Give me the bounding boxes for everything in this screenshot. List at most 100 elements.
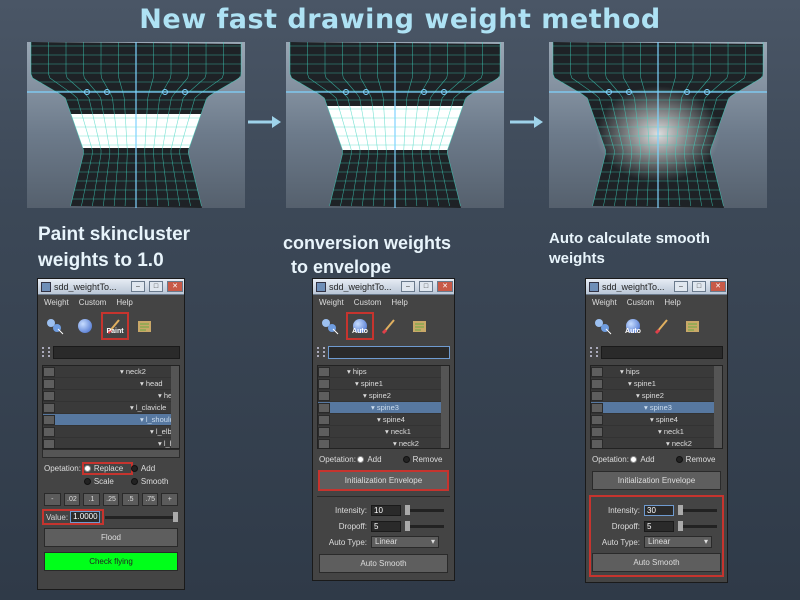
menu-custom[interactable]: Custom xyxy=(354,298,382,307)
preset-button[interactable]: .75 xyxy=(141,493,159,506)
intensity-field[interactable]: 10 xyxy=(371,504,401,516)
visibility-toggle[interactable] xyxy=(318,426,330,437)
intensity-slider[interactable] xyxy=(678,504,717,515)
autotype-dropdown[interactable]: Linear xyxy=(371,536,439,548)
visibility-toggle[interactable] xyxy=(591,402,603,413)
menu-help[interactable]: Help xyxy=(664,298,680,307)
brush-options-icon[interactable] xyxy=(134,315,156,337)
visibility-toggle[interactable] xyxy=(591,438,603,448)
tree-scrollbar[interactable] xyxy=(714,366,722,448)
tree-row[interactable]: ▾ neck2 xyxy=(591,438,722,448)
brush-options-icon[interactable] xyxy=(409,315,431,337)
initialization-envelope-button[interactable]: Initialization Envelope xyxy=(318,470,449,491)
visibility-toggle[interactable] xyxy=(43,438,55,448)
menu-custom[interactable]: Custom xyxy=(627,298,655,307)
minimize-button[interactable]: ‒ xyxy=(674,281,688,292)
initialization-envelope-button[interactable]: Initialization Envelope xyxy=(592,471,721,490)
joint-tree[interactable]: ▾ hips ▾ spine1 ▾ spine2 ▾ spine3 ▾ spine4 ▾ … xyxy=(317,365,450,449)
menu-help[interactable]: Help xyxy=(116,298,132,307)
visibility-toggle[interactable] xyxy=(43,366,55,377)
visibility-toggle[interactable] xyxy=(591,414,603,425)
visibility-toggle[interactable] xyxy=(318,390,330,401)
filter-input[interactable] xyxy=(328,345,450,359)
tree-row[interactable]: ▾ spine1 xyxy=(318,378,449,390)
horizontal-scrollbar[interactable] xyxy=(42,449,180,458)
tree-row[interactable]: ▾ spine4 xyxy=(318,414,449,426)
tree-scrollbar[interactable] xyxy=(171,366,179,448)
maximize-button[interactable]: □ xyxy=(419,281,433,292)
title-bar[interactable]: sdd_weightTo... ‒ □ ✕ xyxy=(38,279,184,295)
preset-button[interactable]: .25 xyxy=(102,493,120,506)
close-button[interactable]: ✕ xyxy=(437,281,453,292)
op-add[interactable]: Add xyxy=(630,455,675,464)
slider-handle[interactable] xyxy=(405,520,410,531)
visibility-toggle[interactable] xyxy=(591,366,603,377)
preset-button[interactable]: .5 xyxy=(122,493,139,506)
paint-tool-button[interactable]: Paint xyxy=(101,312,129,340)
filter-input[interactable] xyxy=(53,345,180,359)
slider-handle[interactable] xyxy=(678,520,683,531)
maximize-button[interactable]: □ xyxy=(149,281,163,292)
close-button[interactable]: ✕ xyxy=(167,281,183,292)
minimize-button[interactable]: ‒ xyxy=(401,281,415,292)
tree-row[interactable]: ▾ neck1 xyxy=(318,426,449,438)
tree-row[interactable]: ▾ hips xyxy=(591,366,722,378)
preset-button[interactable]: .1 xyxy=(83,493,100,506)
autotype-dropdown[interactable]: Linear xyxy=(644,536,712,548)
paint-brush-icon[interactable] xyxy=(652,315,674,337)
preset-button[interactable]: - xyxy=(44,493,61,506)
visibility-toggle[interactable] xyxy=(43,414,55,425)
visibility-toggle[interactable] xyxy=(318,378,330,389)
auto-tool-button[interactable]: Auto xyxy=(622,315,644,337)
brush-options-icon[interactable] xyxy=(682,315,704,337)
auto-smooth-button[interactable]: Auto Smooth xyxy=(319,554,448,573)
tree-row[interactable]: ▾ spine2 xyxy=(318,390,449,402)
value-field[interactable]: 1.0000 xyxy=(70,511,101,523)
select-joints-icon[interactable] xyxy=(592,315,614,337)
menu-help[interactable]: Help xyxy=(391,298,407,307)
op-add[interactable]: Add xyxy=(130,464,178,473)
slider-handle[interactable] xyxy=(173,511,178,522)
tree-row[interactable]: ▾ spine3 xyxy=(318,402,449,414)
visibility-toggle[interactable] xyxy=(591,378,603,389)
menu-weight[interactable]: Weight xyxy=(592,298,617,307)
visibility-toggle[interactable] xyxy=(43,390,55,401)
intensity-field[interactable]: 30 xyxy=(644,504,674,516)
tree-row[interactable]: ▾ spine2 xyxy=(591,390,722,402)
op-remove[interactable]: Remove xyxy=(402,455,448,464)
slider-handle[interactable] xyxy=(678,504,683,515)
menu-custom[interactable]: Custom xyxy=(79,298,107,307)
op-remove[interactable]: Remove xyxy=(675,455,721,464)
op-replace[interactable]: Replace xyxy=(81,462,133,475)
visibility-toggle[interactable] xyxy=(318,402,330,413)
close-button[interactable]: ✕ xyxy=(710,281,726,292)
visibility-toggle[interactable] xyxy=(318,366,330,377)
visibility-toggle[interactable] xyxy=(591,426,603,437)
tree-row[interactable]: ▾ l_shoulder xyxy=(43,414,179,426)
op-smooth[interactable]: Smooth xyxy=(130,477,178,486)
tree-row[interactable]: ▾ spine4 xyxy=(591,414,722,426)
preset-button[interactable]: + xyxy=(161,493,179,506)
joint-tree[interactable]: ▾ neck2 ▾ head ▾ head_End ▾ l_clavicle ▾ l_s… xyxy=(42,365,180,449)
joint-tree[interactable]: ▾ hips ▾ spine1 ▾ spine2 ▾ spine3 ▾ spine4 ▾ … xyxy=(590,365,723,449)
preset-button[interactable]: .02 xyxy=(63,493,81,506)
tree-row[interactable]: ▾ neck2 xyxy=(318,438,449,448)
title-bar[interactable]: sdd_weightTo... ‒ □ ✕ xyxy=(313,279,454,295)
dropoff-field[interactable]: 5 xyxy=(371,520,401,532)
visibility-toggle[interactable] xyxy=(43,378,55,389)
tree-row[interactable]: ▾ neck2 xyxy=(43,366,179,378)
slider-handle[interactable] xyxy=(405,504,410,515)
flood-button[interactable]: Flood xyxy=(44,528,178,547)
dropoff-field[interactable]: 5 xyxy=(644,520,674,532)
visibility-toggle[interactable] xyxy=(43,402,55,413)
check-flying-button[interactable]: Check flying xyxy=(44,552,178,571)
auto-smooth-button[interactable]: Auto Smooth xyxy=(592,553,721,572)
menu-weight[interactable]: Weight xyxy=(44,298,69,307)
tree-row[interactable]: ▾ l_elbow xyxy=(43,426,179,438)
tree-row[interactable]: ▾ head_End xyxy=(43,390,179,402)
tree-row[interactable]: ▾ spine1 xyxy=(591,378,722,390)
visibility-toggle[interactable] xyxy=(43,426,55,437)
tree-row[interactable]: ▾ l_hand xyxy=(43,438,179,448)
filter-input[interactable] xyxy=(601,345,723,359)
tree-scrollbar[interactable] xyxy=(441,366,449,448)
